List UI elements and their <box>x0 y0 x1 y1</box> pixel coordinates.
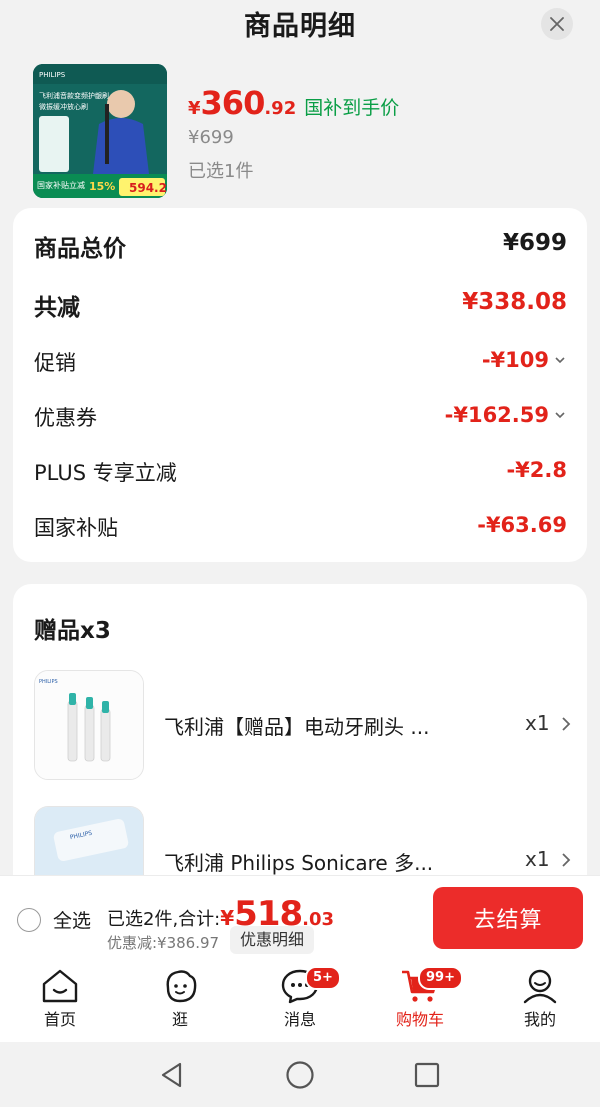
gifts-title: 赠品x3 <box>34 618 111 644</box>
summary-label-total: 商品总价 <box>34 236 126 262</box>
tab-explore-label: 逛 <box>171 1010 188 1029</box>
summary-value-subsidy-text: -¥63.69 <box>477 513 567 537</box>
summary-value-reduced: ¥338.08 <box>462 289 567 315</box>
checkout-button[interactable]: 去结算 <box>433 887 583 949</box>
discount-detail-button[interactable]: 优惠明细 <box>230 926 315 954</box>
gift-name-brush-heads[interactable]: 飞利浦【赠品】电动牙刷头 ... <box>164 711 429 740</box>
summary-label-promotion: 促销 <box>34 351 76 375</box>
gift-qty-brush-heads: x1 <box>525 711 550 735</box>
gift-image-toothpaste-art: PHILIPS <box>35 807 143 877</box>
summary-value-total-text: ¥699 <box>502 230 567 256</box>
svg-text:飞利浦音款变频护龈刷: 飞利浦音款变频护龈刷 <box>39 91 109 100</box>
system-nav-bar <box>0 1042 600 1107</box>
svg-text:PHILIPS: PHILIPS <box>39 679 58 685</box>
price-decimal: .92 <box>264 98 297 119</box>
svg-text:国家补贴立减: 国家补贴立减 <box>37 180 85 190</box>
sheet-header: 商品明细 <box>0 0 600 48</box>
checkout-bar: 全选 已选2件,合计: ¥ 518 .03 优惠减:¥386.97 优惠明细 去… <box>0 875 600 960</box>
home-circle-icon[interactable] <box>285 1060 315 1090</box>
cart-badge: 99+ <box>418 966 463 990</box>
svg-text:PHILIPS: PHILIPS <box>39 71 66 79</box>
recents-icon[interactable] <box>413 1061 441 1089</box>
chevron-right-icon[interactable] <box>559 715 573 733</box>
back-icon[interactable] <box>158 1061 186 1089</box>
close-icon <box>550 17 564 31</box>
gift-name-toothpaste[interactable]: 飞利浦 Philips Sonicare 多... <box>164 847 433 876</box>
tab-explore[interactable]: 逛 <box>140 968 220 1030</box>
total-prefix: 已选2件,合计: <box>107 909 221 930</box>
original-price: ¥699 <box>188 127 234 148</box>
price-integer: 360 <box>200 84 266 122</box>
subsidy-price-label: 国补到手价 <box>304 97 400 119</box>
summary-value-promotion[interactable]: -¥109 <box>482 348 567 372</box>
summary-label-plus: PLUS 专享立减 <box>34 461 177 485</box>
gifts-card: 赠品x3 PHILIPS 飞利浦【赠品】电动牙刷头 ... x1 PHILIPS… <box>13 584 587 904</box>
page-title: 商品明细 <box>244 11 356 42</box>
tab-messages[interactable]: 消息 5+ <box>260 966 341 1030</box>
tab-profile-label: 我的 <box>523 1010 556 1029</box>
tab-profile[interactable]: 我的 <box>500 968 580 1030</box>
messages-badge: 5+ <box>305 966 341 990</box>
product-image[interactable]: PHILIPS 飞利浦音款变频护龈刷 微振缓冲放心刷 国家补贴立减 15% 59… <box>33 64 167 198</box>
summary-label-subsidy: 国家补贴 <box>34 516 118 540</box>
summary-value-coupon-text: -¥162.59 <box>444 403 549 427</box>
bottom-tab-bar: 首页 逛 消息 5+ 购物车 99+ 我的 <box>0 960 600 1042</box>
tab-home-label: 首页 <box>43 1010 76 1029</box>
close-button[interactable] <box>541 8 573 40</box>
chevron-down-icon <box>555 357 565 364</box>
select-all-label[interactable]: 全选 <box>53 906 91 933</box>
gift-qty-toothpaste: x1 <box>525 847 550 871</box>
summary-value-promotion-text: -¥109 <box>481 348 549 372</box>
select-all-checkbox[interactable] <box>17 908 41 932</box>
selected-count: 已选1件 <box>188 161 254 182</box>
tab-messages-label: 消息 <box>283 1010 316 1029</box>
tab-cart[interactable]: 购物车 99+ <box>380 966 463 1030</box>
gift-image-brush-heads[interactable]: PHILIPS <box>34 670 144 780</box>
summary-label-coupon: 优惠券 <box>34 406 97 430</box>
product-detail-sheet: 商品明细 PHILIPS 飞利浦音款变频护龈刷 微振缓冲放心刷 国家补贴立减 1… <box>0 0 600 904</box>
product-price: ¥ 360 .92 国补到手价 <box>188 84 399 124</box>
summary-label-reduced: 共减 <box>34 295 80 321</box>
chevron-right-icon[interactable] <box>559 851 573 869</box>
discount-note: 优惠减:¥386.97 <box>107 934 220 952</box>
svg-text:微振缓冲放心刷: 微振缓冲放心刷 <box>39 102 88 111</box>
chevron-down-icon <box>555 412 565 419</box>
summary-value-subsidy: -¥63.69 <box>477 513 567 537</box>
home-icon <box>42 969 78 1003</box>
tab-home[interactable]: 首页 <box>20 968 100 1030</box>
summary-value-plus-text: -¥2.8 <box>506 458 567 482</box>
explore-icon <box>166 970 197 1003</box>
svg-text:15%: 15% <box>89 180 115 193</box>
tab-cart-label: 购物车 <box>395 1010 444 1029</box>
profile-icon <box>523 969 557 1004</box>
gift-image-brush-heads-art: PHILIPS <box>35 671 143 779</box>
price-summary-card: 商品总价 ¥699 共减 ¥338.08 促销 -¥109 优惠券 -¥162.… <box>13 208 587 562</box>
summary-value-total: ¥699 <box>503 230 567 256</box>
summary-value-reduced-text: ¥338.08 <box>462 289 567 315</box>
summary-value-coupon[interactable]: -¥162.59 <box>445 403 567 427</box>
summary-value-plus: -¥2.8 <box>506 458 567 482</box>
svg-text:594.2: 594.2 <box>129 181 167 195</box>
price-currency: ¥ <box>188 98 201 119</box>
gift-image-toothpaste[interactable]: PHILIPS <box>34 806 144 877</box>
product-image-art: PHILIPS 飞利浦音款变频护龈刷 微振缓冲放心刷 国家补贴立减 15% 59… <box>33 64 167 198</box>
